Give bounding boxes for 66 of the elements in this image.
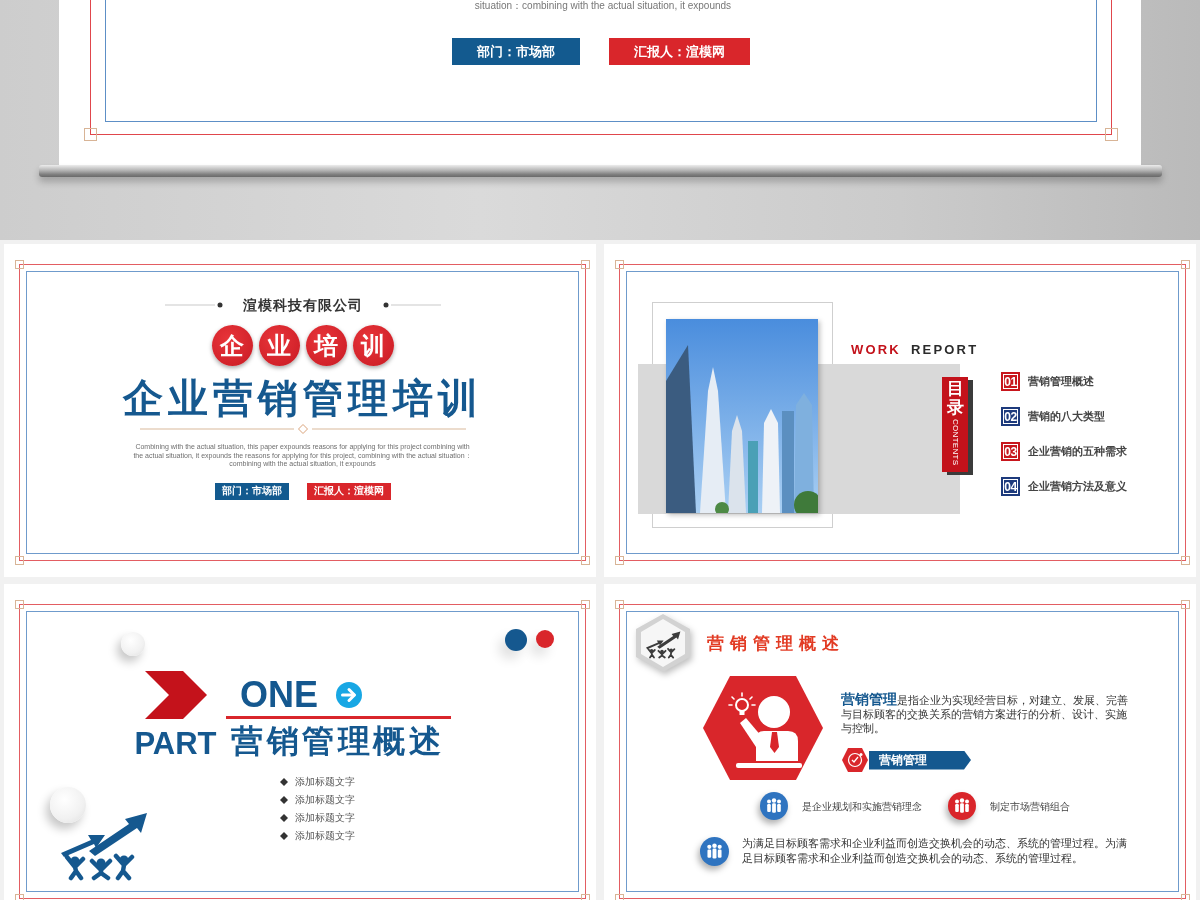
arrow-right-icon: [336, 682, 362, 708]
corner-ornament: [581, 260, 590, 269]
heading-text: REPORT: [910, 342, 979, 358]
reporter-label: 汇报人：渲模网: [306, 482, 391, 500]
ornament-line-icon: [164, 302, 223, 308]
person-idea-icon: [702, 675, 824, 781]
number-badge: 02: [1001, 407, 1020, 426]
summary-text: 为满足目标顾客需求和企业利益而创造交换机会的动态、系统的管理过程。为满足目标顾客需求和企业利益而创造交换机会的动态、系统的管理过程。: [742, 836, 1128, 866]
corner-ornament: [581, 556, 590, 565]
diamond-divider-icon: [139, 424, 466, 434]
contents-title: 目录: [946, 380, 964, 418]
circle-icon: [121, 632, 145, 656]
number-badge: 04: [1001, 477, 1020, 496]
bullet-diamond-icon: [280, 796, 288, 804]
section-title: 营销管理概述: [230, 723, 445, 761]
number-badge: 03: [1001, 442, 1020, 461]
character-badge: 培: [305, 325, 347, 366]
bullet-text: 添加标题文字: [295, 829, 355, 843]
dot-icon: [505, 629, 527, 651]
character-badge: 训: [352, 325, 394, 366]
contents-item: 营销管理概述: [1028, 374, 1094, 389]
section-title: 营销管理概述: [707, 632, 845, 655]
corner-ornament: [615, 600, 624, 609]
corner-ornament: [615, 260, 624, 269]
bullet-text: 添加标题文字: [295, 793, 355, 807]
contents-item: 营销的八大类型: [1028, 409, 1105, 424]
corner-ornament: [15, 556, 24, 565]
bullet-text: 添加标题文字: [295, 811, 355, 825]
dot-icon: [536, 630, 554, 648]
corner-ornament: [615, 556, 624, 565]
corner-ornament: [1105, 128, 1118, 141]
bullet-diamond-icon: [280, 814, 288, 822]
contents-subtitle: CONTENTS: [951, 419, 959, 466]
reporter-label: 汇报人：渲模网: [609, 38, 750, 65]
corner-ornament: [15, 600, 24, 609]
chevron-icon: [144, 671, 207, 719]
heading-accent: WORK: [851, 342, 901, 358]
point-text: 是企业规划和实施营销理念: [802, 799, 922, 813]
corner-ornament: [84, 128, 97, 141]
corner-ornament: [1181, 600, 1190, 609]
bullet-diamond-icon: [280, 832, 288, 840]
part-number: ONE: [240, 676, 318, 714]
part-label: PART: [134, 727, 217, 761]
description-text: situation：combining with the actual situation, it expounds: [474, 0, 732, 11]
contents-item: 企业营销的五种需求: [1028, 444, 1127, 459]
banner-label: 营销管理: [869, 750, 971, 770]
corner-ornament: [1181, 556, 1190, 565]
definition-text: 营销管理是指企业为实现经营目标，对建立、发展、完善与目标顾客的交换关系的营销方案进行的分析、设计、实施与控制。: [841, 692, 1129, 735]
corner-ornament: [15, 260, 24, 269]
corner-ornament: [581, 600, 590, 609]
bullet-text: 添加标题文字: [295, 775, 355, 789]
contents-item: 企业营销方法及意义: [1028, 479, 1127, 494]
hexagon-badge-icon: [841, 746, 869, 774]
company-name: 渲模科技有限公司: [242, 296, 363, 314]
character-badge: 业: [258, 325, 300, 366]
point-text: 制定市场营销组合: [990, 799, 1070, 813]
corner-ornament: [1181, 260, 1190, 269]
character-badge: 企: [211, 325, 253, 366]
number-badge: 01: [1001, 372, 1020, 391]
circle-icon: [50, 787, 86, 823]
bullet-diamond-icon: [280, 778, 288, 786]
department-label: 部门：市场部: [214, 482, 289, 500]
department-label: 部门：市场部: [452, 38, 580, 65]
hexagon-people-icon: [633, 613, 693, 673]
slide-title: 企业营销管理培训: [122, 376, 483, 420]
ornament-line-icon: [382, 302, 441, 308]
